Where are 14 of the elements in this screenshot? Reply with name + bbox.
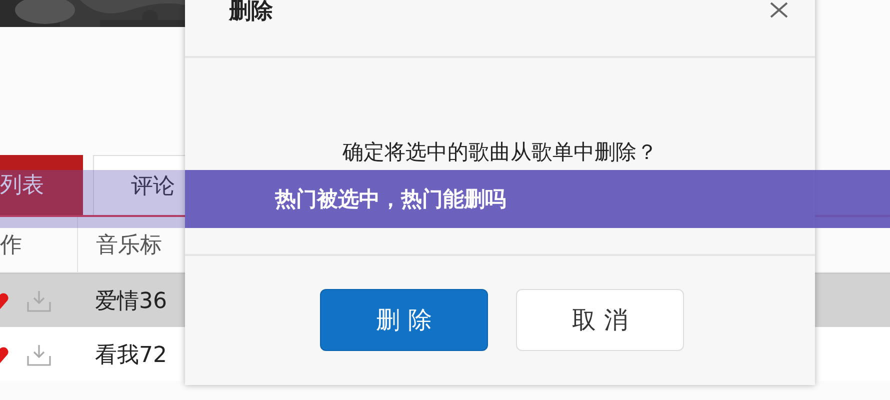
- dialog-title: 删除: [229, 0, 273, 26]
- delete-button[interactable]: 删 除: [320, 289, 488, 351]
- song-title: 爱情36: [95, 288, 167, 316]
- heart-icon[interactable]: [0, 292, 9, 308]
- cancel-button[interactable]: 取 消: [516, 289, 684, 351]
- column-header: 作: [0, 217, 78, 272]
- download-icon[interactable]: [26, 342, 52, 366]
- confirm-message: 确定将选中的歌曲从歌单中删除？: [342, 139, 658, 166]
- song-title: 看我72: [95, 342, 167, 370]
- heart-icon[interactable]: [0, 346, 9, 362]
- close-icon[interactable]: [769, 2, 789, 18]
- tab[interactable]: 列表: [0, 155, 83, 215]
- column-header: 音乐标: [95, 232, 162, 260]
- banner-title: 热门被选中，热门能删吗: [275, 186, 506, 213]
